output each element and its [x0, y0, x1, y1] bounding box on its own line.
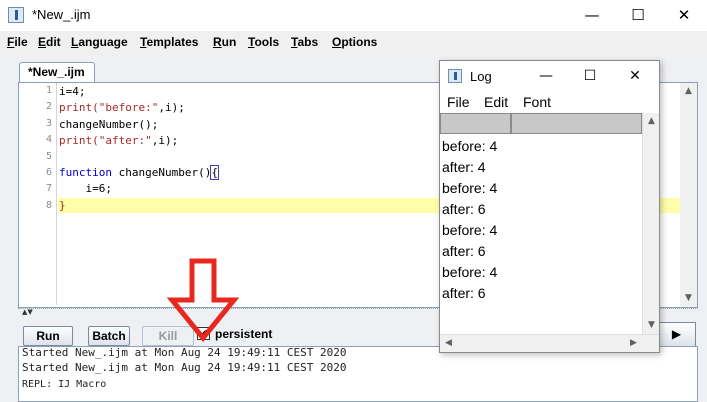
- line-number: 7: [45, 183, 52, 194]
- code-line: i=6;: [59, 182, 112, 195]
- scroll-up-icon[interactable]: ▲: [680, 83, 697, 100]
- log-line: before: 4: [442, 264, 498, 280]
- main-titlebar: *New_.ijm — ☐ ✕: [0, 0, 707, 31]
- log-menubar: File Edit Font: [440, 91, 659, 113]
- console-line: REPL: IJ Macro: [22, 379, 107, 390]
- line-number: 1: [45, 85, 52, 96]
- log-window: Log — ☐ ✕ File Edit Font before: 4 after…: [439, 60, 660, 353]
- close-button[interactable]: ✕: [661, 0, 707, 31]
- code-line: }: [59, 199, 66, 212]
- menu-tabs[interactable]: Tabs: [291, 35, 318, 49]
- menu-options[interactable]: Options: [332, 35, 377, 49]
- scroll-up-icon[interactable]: ▲: [643, 113, 660, 130]
- line-number: 4: [45, 134, 52, 145]
- code-line: i=4;: [59, 85, 86, 98]
- menu-tools[interactable]: Tools: [248, 35, 279, 49]
- imagej-app-icon: [8, 7, 24, 23]
- batch-button[interactable]: Batch: [88, 326, 130, 346]
- log-horizontal-scrollbar[interactable]: ◀ ▶: [440, 334, 659, 352]
- run-arrow-button[interactable]: ▶: [657, 322, 696, 347]
- log-line: before: 4: [442, 138, 498, 154]
- code-line: changeNumber();: [59, 118, 159, 131]
- log-line: before: 4: [442, 180, 498, 196]
- tab-new-ijm[interactable]: *New_.ijm: [19, 62, 95, 82]
- log-close-button[interactable]: ✕: [613, 61, 657, 91]
- console-line: Started New_.ijm at Mon Aug 24 19:49:11 …: [22, 361, 347, 374]
- log-line: after: 4: [442, 159, 486, 175]
- maximize-button[interactable]: ☐: [615, 0, 661, 31]
- line-number: 5: [45, 151, 52, 162]
- log-menu-edit[interactable]: Edit: [484, 94, 508, 110]
- log-line: after: 6: [442, 201, 486, 217]
- splitter-arrows-icon[interactable]: ▲▼: [22, 308, 33, 316]
- down-arrow-annotation-icon: [167, 258, 239, 342]
- log-column-divider[interactable]: [510, 113, 512, 134]
- menu-templates[interactable]: Templates: [140, 35, 198, 49]
- line-number-gutter: 1 2 3 4 5 6 7 8: [19, 83, 57, 305]
- minimize-button[interactable]: —: [569, 0, 615, 31]
- log-line: after: 6: [442, 285, 486, 301]
- scroll-down-icon[interactable]: ▼: [680, 290, 697, 307]
- scroll-left-icon[interactable]: ◀: [440, 335, 457, 352]
- line-number: 3: [45, 118, 52, 129]
- scroll-down-icon[interactable]: ▼: [643, 317, 660, 334]
- code-line: print("before:",i);: [59, 101, 185, 114]
- editor-vertical-scrollbar[interactable]: ▲ ▼: [680, 83, 697, 307]
- log-line: before: 4: [442, 222, 498, 238]
- run-button[interactable]: Run: [23, 326, 73, 346]
- menu-edit[interactable]: Edit: [38, 35, 61, 49]
- scroll-right-icon[interactable]: ▶: [625, 335, 642, 352]
- log-menu-file[interactable]: File: [447, 94, 470, 110]
- log-column-header[interactable]: [440, 113, 642, 134]
- console-output[interactable]: Started New_.ijm at Mon Aug 24 19:49:11 …: [18, 346, 698, 402]
- log-title: Log: [470, 69, 492, 84]
- line-number: 2: [45, 101, 52, 112]
- window-title: *New_.ijm: [32, 7, 91, 22]
- menu-run[interactable]: Run: [213, 35, 236, 49]
- line-number: 6: [45, 167, 52, 178]
- menu-file[interactable]: File: [7, 35, 28, 49]
- log-menu-font[interactable]: Font: [523, 94, 551, 110]
- log-vertical-scrollbar[interactable]: ▲ ▼: [642, 113, 659, 334]
- code-line: function changeNumber(){: [59, 165, 219, 180]
- log-titlebar: Log — ☐ ✕: [440, 61, 659, 91]
- log-maximize-button[interactable]: ☐: [568, 61, 612, 91]
- log-line: after: 6: [442, 243, 486, 259]
- imagej-log-icon: [448, 69, 462, 83]
- log-text-area[interactable]: before: 4 after: 4 before: 4 after: 6 be…: [440, 134, 642, 334]
- menu-language[interactable]: Language: [71, 35, 128, 49]
- code-line: print("after:",i);: [59, 134, 179, 147]
- main-menubar: File Edit Language Templates Run Tools T…: [0, 31, 707, 53]
- log-minimize-button[interactable]: —: [524, 61, 568, 91]
- line-number: 8: [45, 200, 52, 211]
- console-line: Started New_.ijm at Mon Aug 24 19:49:11 …: [22, 346, 347, 359]
